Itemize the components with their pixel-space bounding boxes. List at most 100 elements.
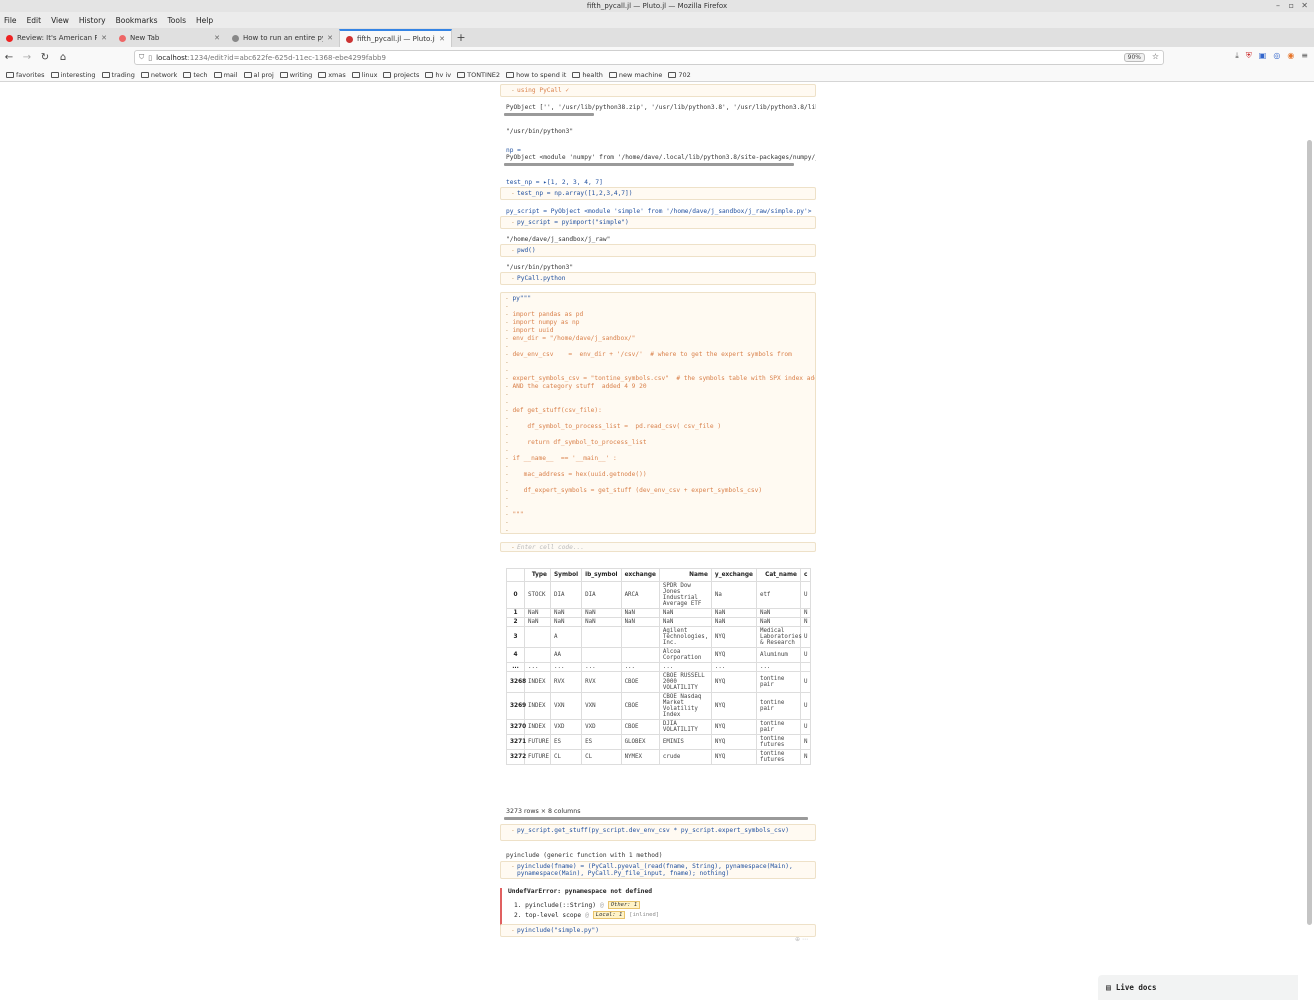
app-menu-icon[interactable]: ≡ (1301, 51, 1308, 61)
ublock-icon[interactable]: ⛨ (1246, 51, 1252, 61)
tab-how-to-run[interactable]: How to run an entire pytho ✕ (226, 29, 339, 47)
tab-close-icon[interactable]: ✕ (439, 35, 445, 43)
cell-py-script[interactable]: py_script = PyObject <module 'simple' fr… (500, 208, 816, 229)
tab-close-icon[interactable]: ✕ (214, 34, 220, 42)
new-tab-icon[interactable]: + (452, 29, 470, 47)
table-cell (581, 626, 622, 648)
tab-close-icon[interactable]: ✕ (327, 34, 333, 42)
table-cell: VXD (549, 719, 583, 735)
bookmark-folder[interactable]: writing (279, 71, 312, 79)
cell-pycall-python[interactable]: "/usr/bin/python3" - PyCall.python (500, 264, 816, 285)
cell-pyinclude[interactable]: pyinclude (generic function with 1 metho… (500, 852, 816, 879)
bookmark-folder[interactable]: TONTINE2 (457, 71, 500, 79)
tab-review[interactable]: Review: It's American Press ✕ (0, 29, 113, 47)
code-editor[interactable]: - py_script.get_stuff(py_script.dev_env_c… (500, 824, 816, 841)
bookmark-folder[interactable]: hv iv (425, 71, 451, 79)
cell-test-np[interactable]: test_np = ▸[1, 2, 3, 4, 7] - test_np = np… (500, 179, 816, 200)
stacktrace-item[interactable]: 1. pyinclude(::String) @ Other: 1 (508, 901, 816, 909)
horizontal-scrollbar[interactable] (504, 817, 808, 820)
bookmark-folder[interactable]: new machine (608, 71, 662, 79)
table-cell (620, 626, 660, 648)
close-window-icon[interactable]: ✕ (1301, 0, 1308, 12)
line-marker: - (505, 431, 513, 438)
live-docs-panel[interactable]: ▤ Live docs (1098, 975, 1298, 1000)
more-options-icon[interactable]: ⋯ (802, 936, 808, 943)
menu-file[interactable]: File (4, 16, 17, 25)
cell-controls[interactable]: ⊕ ⋯ (500, 936, 816, 943)
cell-python-block[interactable]: - py""" - - import pandas as pd - import n… (500, 292, 816, 534)
line-marker: - (505, 463, 513, 470)
bookmark-folder[interactable]: tech (183, 71, 208, 79)
tab-close-icon[interactable]: ✕ (101, 34, 107, 42)
horizontal-scrollbar[interactable] (504, 163, 794, 166)
bookmark-folder[interactable]: how to spend it (506, 71, 566, 79)
menu-tools[interactable]: Tools (168, 16, 186, 25)
frame-location-chip[interactable]: Local: 1 (592, 911, 626, 919)
bookmark-folder[interactable]: al proj (243, 71, 274, 79)
variable-name: np = (506, 147, 521, 154)
url-bar[interactable]: ⛉ ▯ localhost:1234/edit?id=abc622fe-625d… (134, 50, 1164, 65)
bookmark-folder[interactable]: 702 (668, 71, 691, 79)
downloads-icon[interactable]: ⤓ (1235, 51, 1239, 61)
home-icon[interactable]: ⌂ (54, 52, 72, 63)
maximize-icon[interactable]: ▫ (1289, 0, 1294, 12)
account-icon[interactable]: ◎ (1273, 51, 1280, 61)
tab-pluto[interactable]: fifth_pycall.jl — Pluto.jl ✕ (339, 29, 452, 47)
shield-icon[interactable]: ⛉ (139, 53, 144, 62)
bookmark-star-icon[interactable]: ☆ (1152, 52, 1159, 61)
code-editor[interactable]: - Enter cell code... (500, 542, 816, 552)
code-editor[interactable]: - PyCall.python (500, 272, 816, 285)
cell-empty[interactable]: - Enter cell code... (500, 542, 816, 552)
menu-edit[interactable]: Edit (27, 16, 42, 25)
bookmark-folder[interactable]: mail (213, 71, 238, 79)
menu-bookmarks[interactable]: Bookmarks (116, 16, 158, 25)
cell-get-stuff[interactable]: - py_script.get_stuff(py_script.dev_env_c… (500, 824, 816, 841)
frame-link-icon[interactable]: @ (585, 912, 589, 919)
cell-using-pycall[interactable]: - using PyCall ✓ (500, 84, 816, 97)
code-editor[interactable]: - pwd() (500, 244, 816, 257)
bookmark-folder[interactable]: favorites (6, 71, 45, 79)
bookmark-folder[interactable]: trading (101, 71, 135, 79)
stacktrace-item[interactable]: 2. top-level scope @ Local: 1 [inlined] (508, 911, 816, 919)
bookmark-folder[interactable]: projects (383, 71, 419, 79)
cell-output: pyinclude (generic function with 1 metho… (506, 852, 663, 859)
minimize-icon[interactable]: – (1276, 0, 1280, 12)
code-editor[interactable]: - test_np = np.array([1,2,3,4,7]) (500, 187, 816, 200)
column-header (506, 568, 525, 582)
cell-dataframe-output[interactable]: Type Symbol ib_symbol exchange Name y_exchang… (500, 562, 816, 820)
line-marker: - (505, 391, 513, 398)
extension-icon[interactable]: ▣ (1259, 51, 1267, 61)
add-cell-icon[interactable]: ⊕ (795, 936, 800, 943)
menu-view[interactable]: View (51, 16, 69, 25)
cell-sys-path[interactable]: PyObject ['', '/usr/lib/python38.zip', '… (500, 104, 816, 116)
table-cell: NaN (658, 608, 712, 618)
brave-extension-icon[interactable]: ◉ (1287, 51, 1294, 61)
zoom-level[interactable]: 90% (1123, 53, 1145, 62)
bookmark-folder[interactable]: health (572, 71, 603, 79)
cell-python-path[interactable]: "/usr/bin/python3" (500, 128, 816, 135)
menu-history[interactable]: History (79, 16, 106, 25)
cell-numpy[interactable]: np = PyObject <module 'numpy' from '/hom… (500, 147, 816, 166)
horizontal-scrollbar[interactable] (504, 113, 594, 116)
code-editor[interactable]: - py_script = pyimport("simple") (500, 216, 816, 229)
bookmark-folder[interactable]: linux (351, 71, 377, 79)
frame-link-icon[interactable]: @ (600, 902, 604, 909)
code-editor[interactable]: - pyinclude(fname) = (PyCall.pyeval_(rea… (500, 861, 816, 879)
code-text: expert_symbols_csv = "tontine_symbols.cs… (512, 375, 816, 382)
bookmark-folder[interactable]: interesting (50, 71, 96, 79)
reload-icon[interactable]: ↻ (36, 52, 54, 63)
page-info-icon[interactable]: ▯ (148, 54, 152, 62)
page-scrollbar[interactable] (1307, 140, 1312, 925)
cell-pwd[interactable]: "/home/dave/j_sandbox/j_raw" - pwd() (500, 236, 816, 257)
code-editor[interactable]: - py""" - - import pandas as pd - import n… (500, 292, 816, 534)
bookmark-folder[interactable]: network (140, 71, 177, 79)
code-editor[interactable]: - using PyCall ✓ (500, 84, 816, 97)
forward-icon[interactable]: → (18, 52, 36, 63)
back-icon[interactable]: ← (0, 52, 18, 63)
code-line: - (505, 495, 811, 503)
bookmark-folder[interactable]: xmas (318, 71, 346, 79)
menu-help[interactable]: Help (196, 16, 213, 25)
tab-new-tab[interactable]: New Tab ✕ (113, 29, 226, 47)
frame-location-chip[interactable]: Other: 1 (607, 901, 641, 909)
tab-bar: Review: It's American Press ✕ New Tab ✕ … (0, 28, 1314, 47)
